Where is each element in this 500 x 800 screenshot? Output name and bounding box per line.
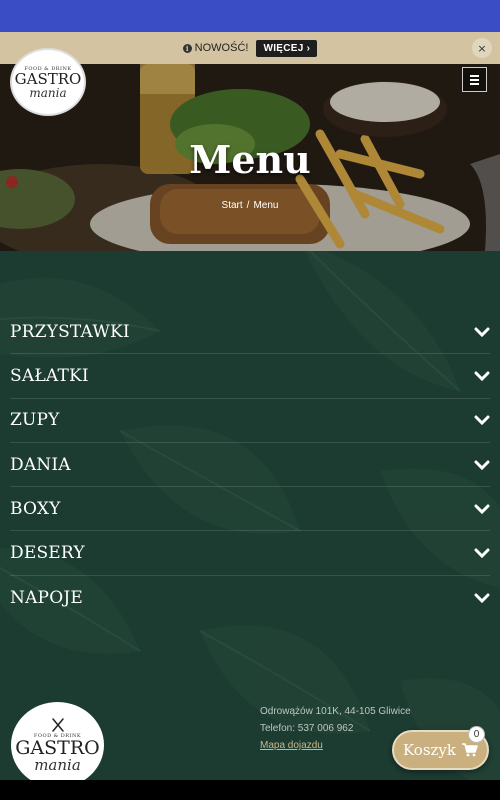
- chevron-down-icon: [474, 415, 490, 426]
- category-label: NAPOJE: [10, 587, 83, 608]
- close-announcement-button[interactable]: ×: [472, 38, 492, 58]
- chevron-down-icon: [474, 327, 490, 337]
- menu-section: PRZYSTAWKI SAŁATKI ZUPY DANIA BOXY DESER…: [0, 251, 500, 780]
- address-text: Odrowążów 101K, 44-105 Gliwice: [260, 706, 411, 717]
- site-logo[interactable]: FOOD & DRINK GASTRO mania: [10, 48, 86, 116]
- page-title: Menu: [189, 137, 311, 182]
- footer-logo[interactable]: FOOD & DRINK GASTRO mania: [11, 702, 104, 780]
- shopping-cart-icon: [462, 743, 478, 757]
- breadcrumb: Start / Menu: [0, 200, 500, 211]
- breadcrumb-separator: /: [246, 200, 250, 211]
- menu-category-list: PRZYSTAWKI SAŁATKI ZUPY DANIA BOXY DESER…: [10, 310, 490, 620]
- hamburger-menu-button[interactable]: [462, 67, 487, 92]
- logo-wordmark: GASTRO: [14, 69, 82, 88]
- category-zupy[interactable]: ZUPY: [10, 399, 490, 443]
- chevron-down-icon: [474, 548, 490, 559]
- breadcrumb-start-link[interactable]: Start: [222, 200, 243, 211]
- hamburger-line: [470, 78, 479, 81]
- category-salatki[interactable]: SAŁATKI: [10, 354, 490, 399]
- phone-text[interactable]: Telefon: 537 006 962: [260, 720, 411, 737]
- cutlery-icon: [51, 718, 64, 732]
- cart-count-badge: 0: [468, 726, 485, 743]
- cart-label: Koszyk: [403, 741, 456, 759]
- breadcrumb-current: Menu: [253, 200, 279, 211]
- hamburger-line: [470, 74, 479, 77]
- category-label: SAŁATKI: [10, 365, 89, 386]
- category-label: DESERY: [10, 543, 85, 564]
- more-button[interactable]: WIĘCEJ ›: [256, 39, 318, 57]
- map-link[interactable]: Mapa dojazdu: [260, 737, 411, 754]
- category-label: BOXY: [10, 498, 61, 519]
- system-navigation-bar: [0, 780, 500, 800]
- category-dania[interactable]: DANIA: [10, 443, 490, 488]
- category-label: PRZYSTAWKI: [10, 321, 130, 342]
- announcement-text: NOWOŚĆ!: [194, 42, 249, 54]
- system-status-bar: [0, 0, 500, 32]
- category-desery[interactable]: DESERY: [10, 531, 490, 576]
- chevron-down-icon: [474, 371, 490, 382]
- category-boxy[interactable]: BOXY: [10, 487, 490, 532]
- logo-script: mania: [34, 756, 81, 774]
- logo-script: mania: [29, 85, 67, 100]
- hamburger-line: [470, 82, 479, 85]
- cart-button[interactable]: Koszyk 0: [392, 726, 489, 770]
- info-icon: i: [182, 43, 192, 53]
- category-napoje[interactable]: NAPOJE: [10, 576, 490, 620]
- category-label: DANIA: [10, 454, 71, 475]
- chevron-down-icon: [474, 460, 490, 470]
- category-przystawki[interactable]: PRZYSTAWKI: [10, 310, 490, 355]
- chevron-down-icon: [474, 504, 490, 514]
- contact-info: Odrowążów 101K, 44-105 Gliwice Telefon: …: [260, 703, 411, 754]
- category-label: ZUPY: [10, 410, 60, 431]
- chevron-down-icon: [474, 593, 490, 604]
